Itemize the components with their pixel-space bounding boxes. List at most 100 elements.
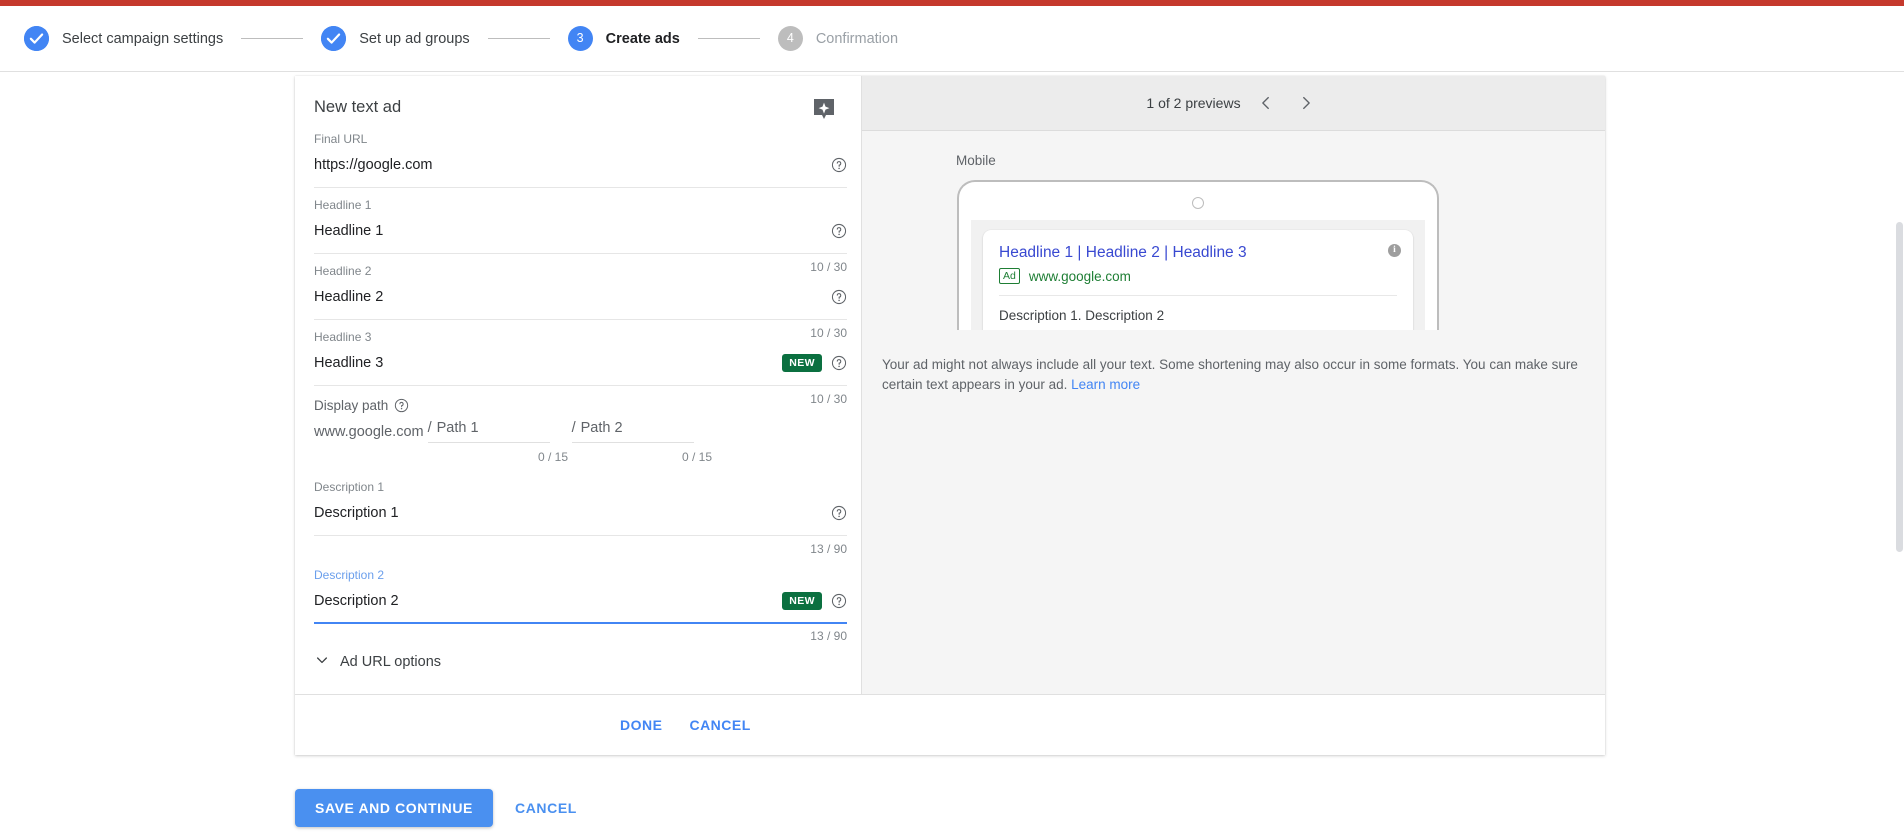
headline-3-label: Headline 3 [314, 330, 372, 344]
help-circle-icon[interactable] [831, 289, 847, 305]
help-circle-icon[interactable] [831, 505, 847, 521]
card-title-row: New text ad [314, 96, 847, 122]
step-3-marker: 3 [567, 26, 593, 51]
display-path-input-1[interactable]: / Path 1 [427, 420, 550, 443]
page-title: New text ad [314, 98, 402, 116]
headline-2-input[interactable]: Headline 2 [314, 280, 847, 314]
display-path-header: Display path [314, 396, 847, 416]
disclaimer-text: Your ad might not always include all you… [882, 357, 1578, 392]
final-url-label: Final URL [314, 132, 368, 146]
field-final-url[interactable]: Final URL https://google.com [314, 122, 847, 188]
step-confirmation[interactable]: 4 Confirmation [777, 26, 899, 51]
ad-card-divider [999, 295, 1397, 296]
ad-url-options-toggle[interactable]: Ad URL options [314, 624, 847, 694]
step-2-label: Set up ad groups [359, 30, 470, 47]
description-1-trailing [831, 496, 847, 530]
display-path-counters: 0 / 15 0 / 15 [314, 450, 847, 464]
final-url-trailing [831, 148, 847, 182]
preview-ad-url: www.google.com [1028, 268, 1131, 284]
ad-preview-panel: 1 of 2 previews Mobile i Headline 1 | He… [862, 76, 1605, 694]
path-1-placeholder: Path 1 [436, 420, 479, 436]
path-1-counter: 0 / 15 [537, 450, 568, 464]
step-connector-1 [241, 38, 304, 39]
learn-more-link[interactable]: Learn more [1071, 377, 1140, 392]
help-circle-icon[interactable] [831, 157, 847, 173]
step-4-label: Confirmation [815, 30, 899, 47]
save-and-continue-button[interactable]: SAVE AND CONTINUE [295, 789, 493, 827]
ad-preview-card: i Headline 1 | Headline 2 | Headline 3 A… [983, 230, 1413, 330]
preview-next-button[interactable] [1291, 88, 1321, 118]
help-circle-icon[interactable] [831, 223, 847, 239]
preview-body: Mobile i Headline 1 | Headline 2 | Headl… [862, 131, 1605, 395]
step-1-marker-check-icon [24, 26, 49, 51]
preview-header: 1 of 2 previews [862, 76, 1605, 131]
field-headline-3[interactable]: Headline 3 Headline 3 NEW 10 / 30 [314, 320, 847, 406]
field-description-2[interactable]: Description 2 Description 2 NEW 13 / 90 [314, 558, 847, 643]
description-2-trailing: NEW [782, 584, 847, 618]
step-2-marker-check-icon [321, 26, 347, 51]
ad-strength-sparkle-icon[interactable] [813, 98, 835, 122]
field-headline-2[interactable]: Headline 2 Headline 2 10 / 30 [314, 254, 847, 340]
path-2-slash: / [571, 420, 576, 436]
preview-prev-button[interactable] [1251, 88, 1281, 118]
done-button[interactable]: DONE [620, 717, 662, 733]
help-circle-icon[interactable] [394, 398, 410, 414]
step-4-marker: 4 [777, 26, 803, 51]
field-description-1[interactable]: Description 1 Description 1 13 / 90 [314, 470, 847, 556]
scrollbar-thumb[interactable] [1896, 222, 1903, 552]
preview-count-label: 1 of 2 previews [1146, 95, 1241, 111]
description-2-counter: 13 / 90 [810, 629, 847, 643]
help-circle-icon[interactable] [831, 355, 847, 371]
headline-3-input[interactable]: Headline 3 [314, 346, 847, 380]
headline-3-trailing: NEW [782, 346, 847, 380]
step-select-campaign-settings[interactable]: Select campaign settings [24, 26, 223, 51]
step-connector-2 [487, 38, 550, 39]
help-circle-icon[interactable] [831, 593, 847, 609]
step-set-up-ad-groups[interactable]: Set up ad groups [321, 26, 470, 51]
page-action-bar: SAVE AND CONTINUE CANCEL [295, 789, 577, 827]
device-camera-icon [1192, 197, 1204, 209]
device-type-label: Mobile [956, 153, 996, 168]
step-1-label: Select campaign settings [62, 30, 224, 47]
description-2-label: Description 2 [314, 568, 385, 582]
preview-ad-url-row: Ad www.google.com [999, 268, 1397, 284]
headline-2-label: Headline 2 [314, 264, 372, 278]
description-1-label: Description 1 [314, 480, 385, 494]
step-4-number: 4 [786, 31, 794, 46]
device-screen: i Headline 1 | Headline 2 | Headline 3 A… [971, 220, 1425, 330]
chevron-down-icon [314, 652, 330, 672]
mobile-device-frame: i Headline 1 | Headline 2 | Headline 3 A… [957, 180, 1439, 330]
headline-2-trailing [831, 280, 847, 314]
description-1-counter: 13 / 90 [810, 542, 847, 556]
page-scrollbar[interactable] [1895, 72, 1904, 836]
description-2-new-badge: NEW [782, 592, 822, 610]
display-path-row: www.google.com / Path 1 / Path 2 [314, 420, 847, 443]
display-path-block: Display path www.google.com / Path 1 / P… [314, 386, 847, 464]
path-2-counter: 0 / 15 [681, 450, 712, 464]
description-2-input[interactable]: Description 2 [314, 584, 847, 618]
cancel-ad-button[interactable]: CANCEL [689, 717, 750, 733]
display-path-label: Display path [314, 398, 389, 413]
ad-url-options-label: Ad URL options [340, 654, 442, 670]
card-body: New text ad Final URL https://google.com [295, 76, 1605, 694]
preview-ad-headline[interactable]: Headline 1 | Headline 2 | Headline 3 [999, 243, 1397, 263]
wizard-stepper: Select campaign settings Set up ad group… [0, 6, 1904, 72]
cancel-button[interactable]: CANCEL [515, 800, 577, 816]
step-3-label: Create ads [605, 30, 680, 47]
card-footer: DONE CANCEL [295, 694, 1605, 755]
path-1-slash: / [427, 420, 432, 436]
ad-label-badge: Ad [999, 268, 1020, 284]
step-create-ads[interactable]: 3 Create ads [567, 26, 680, 51]
display-path-domain: www.google.com [314, 424, 424, 440]
final-url-input[interactable]: https://google.com [314, 148, 847, 182]
ad-info-icon[interactable]: i [1388, 244, 1401, 257]
new-text-ad-card: New text ad Final URL https://google.com [295, 76, 1605, 755]
field-headline-1[interactable]: Headline 1 Headline 1 10 / 30 [314, 188, 847, 274]
preview-disclaimer: Your ad might not always include all you… [882, 355, 1587, 395]
headline-3-new-badge: NEW [782, 354, 822, 372]
headline-1-label: Headline 1 [314, 198, 372, 212]
headline-1-trailing [831, 214, 847, 248]
display-path-input-2[interactable]: / Path 2 [571, 420, 694, 443]
description-1-input[interactable]: Description 1 [314, 496, 847, 530]
headline-1-input[interactable]: Headline 1 [314, 214, 847, 248]
